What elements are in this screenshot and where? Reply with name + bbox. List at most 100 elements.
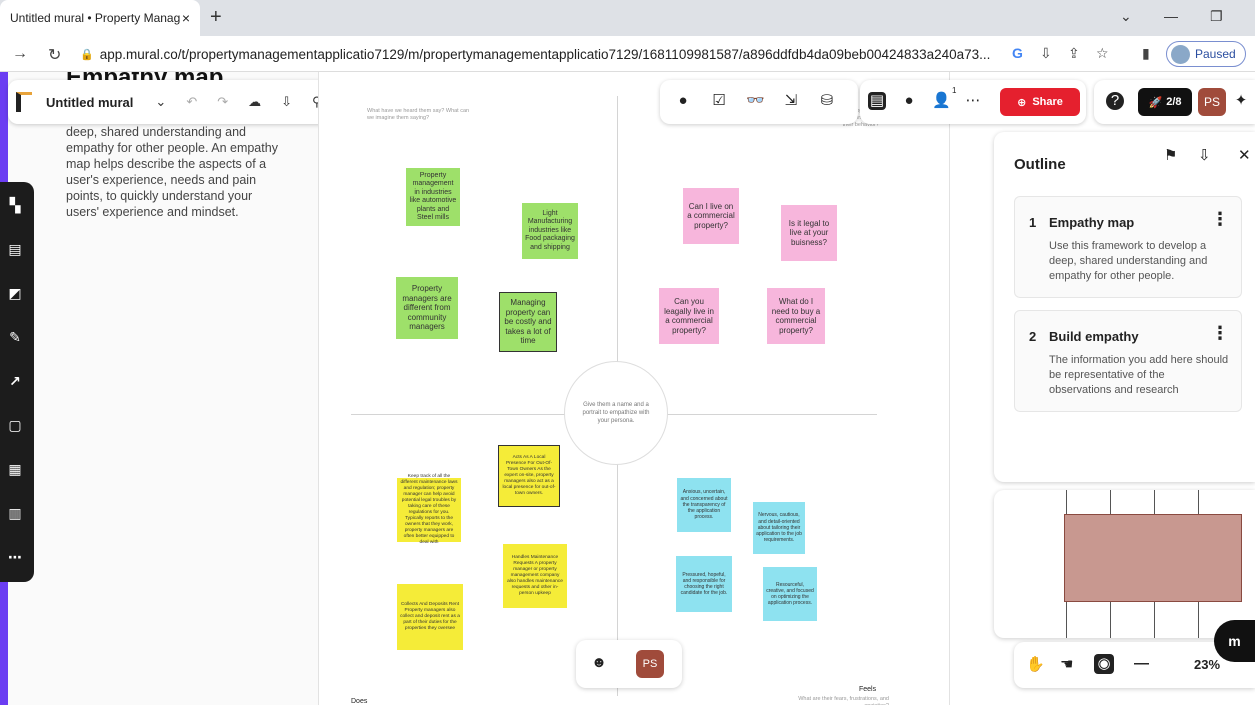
outline-item[interactable]: 1 Empathy map ⋮ Use this framework to de… <box>1014 196 1242 298</box>
sticky-note[interactable]: Handles Maintenance Requests A property … <box>503 544 567 608</box>
sticky-note[interactable]: Anxious, uncertain, and concerned about … <box>677 478 731 532</box>
says-hint: What have we heard them say? What can we… <box>367 108 470 121</box>
paused-label: Paused <box>1195 47 1236 61</box>
collaboration-toolbar: ● ☑ 👓 ⇲ ⛁ <box>660 80 858 124</box>
sticky-note[interactable]: Managing property can be costly and take… <box>499 292 557 352</box>
sticky-note[interactable]: Is it legal to live at your buisness? <box>781 205 837 261</box>
present-icon[interactable]: ⚑ <box>1164 146 1177 164</box>
outline-item-name: Build empathy <box>1049 329 1139 344</box>
sticky-note[interactable]: Light Manufacturing industries like Food… <box>522 203 578 259</box>
templates-tool-icon[interactable]: ▦ <box>6 460 24 478</box>
draw-tool-icon[interactable]: ✎ <box>6 328 24 346</box>
progress-button[interactable]: 🚀 2/8 <box>1138 88 1192 116</box>
zoom-out-icon[interactable]: — <box>1134 655 1149 672</box>
pan-hand-icon[interactable]: ✋ <box>1026 655 1045 673</box>
minimize-icon[interactable]: — <box>1164 8 1178 24</box>
frame-tool-icon[interactable]: ▢ <box>6 416 24 434</box>
sticky-note[interactable]: Keep track of all the different maintena… <box>397 474 461 545</box>
export-icon[interactable]: ⇩ <box>281 94 292 110</box>
user-avatar[interactable]: PS <box>636 650 664 678</box>
lock-icon: 🔒 <box>80 48 94 61</box>
persona-text: Give them a name and a portrait to empat… <box>582 402 650 424</box>
share-button[interactable]: ⊕ Share <box>1000 88 1080 116</box>
voting-icon[interactable]: ☑ <box>710 92 728 110</box>
more-tools-icon[interactable]: ⋯ <box>6 548 24 566</box>
sticky-note[interactable]: Pressured, hopeful, and responsible for … <box>676 556 732 612</box>
mural-top-toolbar: Untitled mural ⌄ ↶ ↷ ☁ ⇩ ⚲ <box>8 80 368 124</box>
outline-toggle-icon[interactable]: ▤ <box>868 92 886 110</box>
outline-item-number: 1 <box>1029 215 1037 230</box>
collaborators-icon[interactable]: 👤 <box>932 92 951 110</box>
sticky-note[interactable]: Can I live on a commercial property? <box>683 188 739 244</box>
table-tool-icon[interactable]: ▥ <box>6 504 24 522</box>
text-tool-icon[interactable]: ▤ <box>6 240 24 258</box>
user-avatar[interactable]: PS <box>1198 88 1226 116</box>
timer-icon[interactable]: ● <box>674 92 692 110</box>
panel-description: deep, shared understanding and empathy f… <box>66 125 278 219</box>
bookmark-star-icon[interactable]: ☆ <box>1096 45 1109 62</box>
undo-icon[interactable]: ↶ <box>186 94 197 110</box>
outline-panel: Outline ⚑ ⇩ ✕ 1 Empathy map ⋮ Use this f… <box>994 132 1255 482</box>
forward-icon[interactable]: → <box>12 45 28 63</box>
mural-title[interactable]: Untitled mural <box>46 95 133 110</box>
persona-circle[interactable]: Give them a name and a portrait to empat… <box>564 361 668 465</box>
sticky-note[interactable]: Resourceful, creative, and focused on op… <box>763 567 817 621</box>
redo-icon[interactable]: ↷ <box>217 94 228 110</box>
url-field[interactable]: 🔒 app.mural.co/t/propertymanagementappli… <box>80 42 1010 66</box>
empathy-map-canvas[interactable]: What have we heard them say? What can we… <box>318 72 950 705</box>
left-panel: Empathy map deep, shared understanding a… <box>0 72 318 705</box>
share-icon: ⊕ <box>1017 96 1027 109</box>
minimap-viewport[interactable] <box>1064 514 1242 602</box>
sticky-note[interactable]: Property managers are different from com… <box>396 277 458 339</box>
item-menu-icon[interactable]: ⋮ <box>1211 209 1229 230</box>
focus-icon[interactable]: ◉ <box>1094 654 1114 674</box>
connector-tool-icon[interactable]: ↗ <box>6 372 24 390</box>
sticky-note[interactable]: Collects And Deposits Rent Property mana… <box>397 584 463 650</box>
sticky-note[interactable]: Acts As A Local Presence For Out-Of-Town… <box>498 445 560 507</box>
sticky-note[interactable]: What do I need to buy a commercial prope… <box>767 288 825 344</box>
tab-search-icon[interactable]: ⌄ <box>1120 8 1132 25</box>
tab-close-icon[interactable]: × <box>182 10 190 26</box>
profile-paused-button[interactable]: Paused <box>1166 41 1246 67</box>
private-mode-icon[interactable]: 👓 <box>746 92 765 110</box>
sticky-note-tool-icon[interactable]: ▚ <box>6 196 24 214</box>
comments-icon[interactable]: ● <box>900 92 918 110</box>
zoom-level[interactable]: 23% <box>1194 657 1220 672</box>
sticky-note[interactable]: Can you leagally live in a commercial pr… <box>659 288 719 344</box>
download-icon[interactable]: ⇩ <box>1198 146 1211 164</box>
google-icon[interactable]: G <box>1012 45 1023 61</box>
facilitation-icon[interactable]: ⛁ <box>818 92 836 110</box>
share-label: Share <box>1032 96 1063 108</box>
new-tab-button[interactable]: + <box>210 6 222 29</box>
laser-pointer-icon[interactable]: ⇲ <box>782 92 800 110</box>
browser-tab[interactable]: Untitled mural • Property Manag × <box>0 0 200 36</box>
reload-icon[interactable]: ↻ <box>48 45 61 65</box>
sharing-toolbar: ▤ ● 👤 1 ⋯ ⊕ Share <box>860 80 1086 124</box>
select-hand-icon[interactable]: ☚ <box>1060 655 1073 673</box>
more-options-icon[interactable]: ⋯ <box>964 92 982 110</box>
emoji-icon[interactable]: ☻ <box>590 654 608 672</box>
share-page-icon[interactable]: ⇪ <box>1068 45 1080 62</box>
ai-sparkle-icon[interactable]: ✦ <box>1232 92 1250 110</box>
outline-title: Outline <box>1014 156 1066 173</box>
progress-label: 2/8 <box>1166 96 1182 108</box>
chevron-down-icon[interactable]: ⌄ <box>155 94 166 110</box>
mural-assistant-icon[interactable]: m <box>1214 620 1255 662</box>
install-icon[interactable]: ⇩ <box>1040 45 1052 62</box>
sticky-note[interactable]: Property management in industries like a… <box>406 168 460 226</box>
help-icon[interactable]: ? <box>1106 92 1124 110</box>
outline-item-desc: Use this framework to develop a deep, sh… <box>1049 240 1208 282</box>
address-bar: → ↻ 🔒 app.mural.co/t/propertymanagementa… <box>0 36 1255 72</box>
outline-item[interactable]: 2 Build empathy ⋮ The information you ad… <box>1014 310 1242 412</box>
close-icon[interactable]: ✕ <box>1238 146 1251 164</box>
item-menu-icon[interactable]: ⋮ <box>1211 323 1229 344</box>
shapes-tool-icon[interactable]: ◩ <box>6 284 24 302</box>
account-toolbar: ? 🚀 2/8 PS ✦ <box>1094 80 1255 124</box>
does-label: Does <box>351 698 368 705</box>
sidepanel-icon[interactable]: ▮ <box>1142 45 1150 62</box>
minimap[interactable] <box>994 490 1255 638</box>
sticky-note[interactable]: Nervous, cautious, and detail-oriented a… <box>753 502 805 554</box>
mural-logo-icon[interactable] <box>16 92 32 112</box>
restore-icon[interactable]: ❐ <box>1210 8 1223 25</box>
cloud-saved-icon[interactable]: ☁ <box>248 94 261 110</box>
